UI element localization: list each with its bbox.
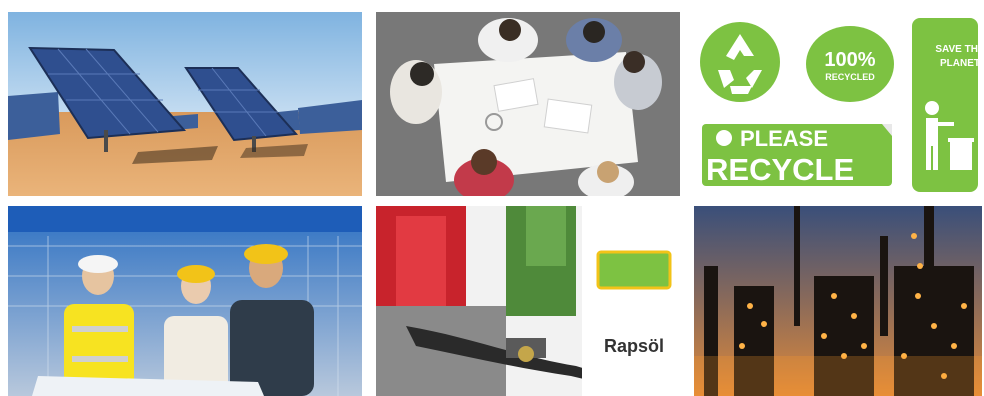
save-the-label: SAVE THE xyxy=(935,44,982,55)
small-recycle-icon xyxy=(716,130,732,146)
construction-workers-photo xyxy=(8,206,362,396)
please-label: PLEASE xyxy=(740,126,828,151)
recycle-label: RECYCLE xyxy=(706,152,854,187)
planet-label: PLANET xyxy=(940,58,980,69)
recycling-stickers-graphic: 100% RECYCLED PLEASE RECYCLE SAVE THE PL… xyxy=(694,12,982,196)
solar-panels-photo xyxy=(8,12,362,196)
refinery-night-photo xyxy=(694,206,982,396)
fuel-pump-photo: Rapsöl xyxy=(376,206,680,396)
rapsoel-brand-label: Rapsöl xyxy=(604,336,664,356)
business-meeting-photo xyxy=(376,12,680,196)
sticker-100-percent: 100% xyxy=(824,49,875,71)
sticker-recycled-label: RECYCLED xyxy=(825,72,875,82)
biodiesel-sticker xyxy=(596,250,672,290)
